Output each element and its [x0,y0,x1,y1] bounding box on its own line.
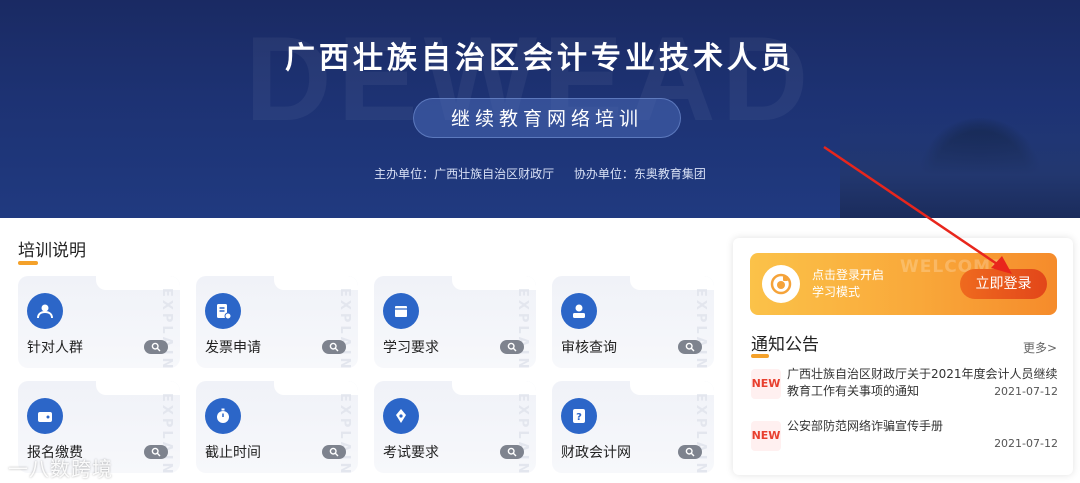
question-icon: ? [561,398,597,434]
search-icon[interactable] [500,445,524,459]
card-finance-accounting-site[interactable]: EXPLAIN ? 财政会计网 [552,381,714,473]
card-target-audience[interactable]: EXPLAIN 针对人群 [18,276,180,368]
training-title-text: 培训说明 [18,241,86,261]
host-organization: 主办单位：广西壮族自治区财政厅 [374,167,555,181]
training-section-title: 培训说明 [18,236,86,265]
card-watermark: EXPLAIN [693,393,708,473]
hero-banner: DEWEAD 广西壮族自治区会计专业技术人员 继续教育网络培训 主办单位：广西壮… [0,0,1080,218]
card-label: 财政会计网 [561,445,631,461]
card-study-requirements[interactable]: EXPLAIN 学习要求 [374,276,536,368]
search-icon[interactable] [144,445,168,459]
stopwatch-icon [205,398,241,434]
page-title: 广西壮族自治区会计专业技术人员 [285,41,795,76]
notice-date: 2021-07-12 [994,437,1058,450]
card-label: 针对人群 [27,340,83,356]
card-deadline[interactable]: EXPLAIN 截止时间 [196,381,358,473]
search-icon[interactable] [500,340,524,354]
search-icon[interactable] [678,340,702,354]
card-watermark: EXPLAIN [515,288,530,368]
side-panel: WELCOME 点击登录开启 学习模式 立即登录 通知公告 更多> NEW 广西… [733,238,1073,475]
login-button[interactable]: 立即登录 [960,269,1047,299]
notice-text[interactable]: 公安部防范网络诈骗宣传手册 [787,418,1061,435]
notices-title: 通知公告 [751,330,819,358]
title-underline [751,354,769,358]
notices-title-text: 通知公告 [751,335,819,355]
card-label: 考试要求 [383,445,439,461]
card-exam-requirements[interactable]: EXPLAIN 考试要求 [374,381,536,473]
card-watermark: EXPLAIN [337,393,352,473]
login-banner: WELCOME 点击登录开启 学习模式 立即登录 [750,253,1057,315]
card-watermark: EXPLAIN [159,393,174,473]
title-underline [18,261,38,265]
pen-icon [383,398,419,434]
book-icon [383,293,419,329]
card-watermark: EXPLAIN [337,288,352,368]
organizer-line: 主办单位：广西壮族自治区财政厅 协办单位：东奥教育集团 [0,165,1080,182]
notice-date: 2021-07-12 [994,385,1058,398]
co-organization: 协办单位：东奥教育集团 [573,167,706,181]
page-subtitle: 继续教育网络培训 [413,98,681,138]
new-badge: NEW [751,369,781,399]
login-hint-line1: 点击登录开启 [812,268,885,282]
banner-cityscape [840,110,1080,218]
more-link[interactable]: 更多> [1023,339,1057,356]
card-invoice-application[interactable]: EXPLAIN 发票申请 [196,276,358,368]
card-watermark: EXPLAIN [693,288,708,368]
wallet-icon [27,398,63,434]
svg-text:?: ? [576,412,582,423]
source-watermark: 一八数跨境 [8,457,113,481]
search-icon[interactable] [678,445,702,459]
card-label: 发票申请 [205,340,261,356]
card-label: 学习要求 [383,340,439,356]
card-label: 截止时间 [205,445,261,461]
card-label: 审核查询 [561,340,617,356]
card-watermark: EXPLAIN [515,393,530,473]
search-icon[interactable] [144,340,168,354]
invoice-icon [205,293,241,329]
avatar-icon [762,265,800,303]
new-badge: NEW [751,421,781,451]
login-hint-line2: 学习模式 [812,285,861,299]
search-icon[interactable] [322,445,346,459]
card-watermark: EXPLAIN [159,288,174,368]
search-icon[interactable] [322,340,346,354]
login-hint: 点击登录开启 学习模式 [812,267,884,301]
people-icon [27,293,63,329]
card-review-inquiry[interactable]: EXPLAIN 审核查询 [552,276,714,368]
user-check-icon [561,293,597,329]
